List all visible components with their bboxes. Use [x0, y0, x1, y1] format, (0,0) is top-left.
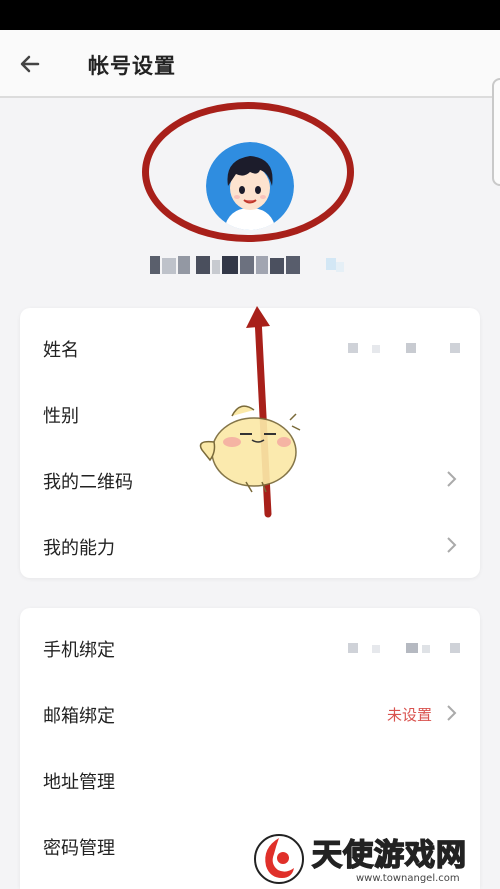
row-label: 密码管理 — [43, 838, 115, 859]
site-watermark: 天使游戏网 www.townangel.com — [250, 828, 500, 889]
status-bar — [0, 0, 500, 30]
row-label: 我的二维码 — [43, 472, 133, 493]
page-title: 帐号设置 — [88, 54, 176, 78]
chevron-right-icon — [447, 471, 457, 487]
row-label: 姓名 — [43, 340, 79, 361]
arrow-left-icon — [20, 55, 40, 73]
watermark-url: www.townangel.com — [356, 873, 460, 884]
row-ability[interactable]: 我的能力 — [20, 512, 480, 578]
watermark-text: 天使游戏网 — [311, 837, 467, 874]
row-phone[interactable]: 手机绑定 — [20, 614, 480, 680]
back-button[interactable] — [10, 44, 50, 84]
pixelated-username — [150, 256, 344, 274]
app-bar: 帐号设置 — [0, 30, 500, 98]
pixelated-value — [348, 343, 460, 353]
scroll-handle[interactable] — [492, 78, 500, 186]
row-label: 地址管理 — [43, 772, 115, 793]
watermark-logo-icon — [254, 834, 304, 884]
pixelated-value — [348, 643, 460, 653]
annotation-circle — [142, 102, 354, 242]
row-label: 性别 — [43, 406, 79, 427]
row-address[interactable]: 地址管理 — [20, 746, 480, 812]
row-label: 我的能力 — [43, 538, 115, 559]
row-label: 手机绑定 — [43, 640, 115, 661]
chevron-right-icon — [447, 705, 457, 721]
row-email[interactable]: 邮箱绑定 未设置 — [20, 680, 480, 746]
chevron-right-icon — [447, 537, 457, 553]
email-status: 未设置 — [386, 706, 432, 724]
row-label: 邮箱绑定 — [43, 706, 115, 727]
mascot-sticker — [199, 405, 301, 493]
